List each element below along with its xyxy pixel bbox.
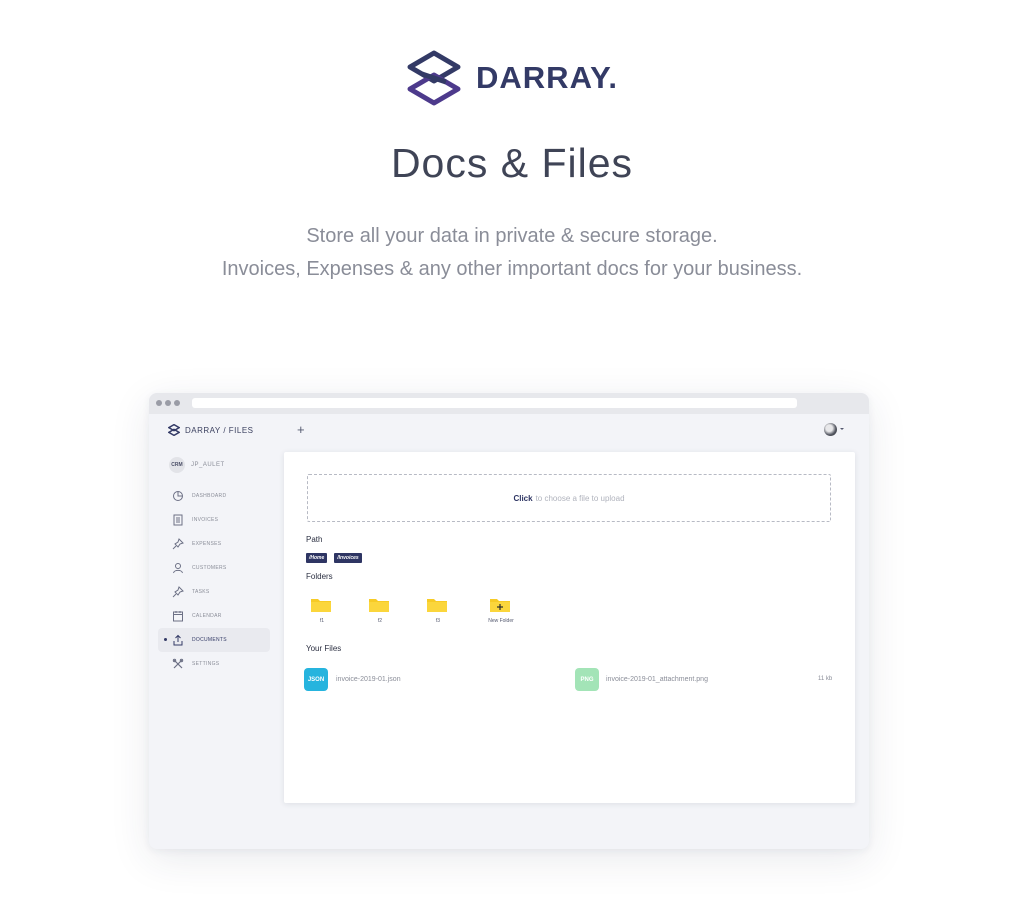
folder-item[interactable]: f3 xyxy=(422,596,454,628)
sidebar-item-label: TASKS xyxy=(192,589,210,595)
avatar[interactable] xyxy=(824,423,837,436)
sidebar-item-label: INVOICES xyxy=(192,517,219,523)
chevron-down-icon[interactable] xyxy=(840,428,844,430)
upload-icon xyxy=(173,634,183,646)
sidebar-item-label: DASHBOARD xyxy=(192,493,227,499)
calendar-icon xyxy=(173,611,183,622)
pin-icon xyxy=(172,538,184,550)
sidebar-item-label: CALENDAR xyxy=(192,613,222,619)
subtitle-line-2: Invoices, Expenses & any other important… xyxy=(221,258,803,280)
sidebar-item-tasks[interactable]: TASKS xyxy=(158,580,270,604)
file-list: JSON invoice-2019-01.json PNG invoice-20… xyxy=(304,668,836,692)
plus-icon[interactable]: + xyxy=(297,423,305,436)
folder-icon xyxy=(311,599,331,612)
sidebar-item-calendar[interactable]: CALENDAR xyxy=(158,604,270,628)
sidebar-item-customers[interactable]: CUSTOMERS xyxy=(158,556,270,580)
brand-header: DARRAY. xyxy=(0,50,1024,106)
file-name[interactable]: invoice-2019-01_attachment.png xyxy=(606,676,708,683)
sidebar-item-settings[interactable]: SETTINGS xyxy=(158,652,270,676)
sidebar-nav: DASHBOARD INVOICES EXPENSES CUSTOMERS TA… xyxy=(158,484,270,676)
folder-icon xyxy=(369,599,389,612)
documents-panel: Click to choose a file to upload Path /H… xyxy=(284,452,855,803)
address-bar[interactable] xyxy=(192,398,797,408)
browser-window: DARRAY / FILES CRM JP_AULET DASHBOARD IN… xyxy=(149,393,869,849)
pin-icon xyxy=(172,586,184,598)
page-title: Docs & Files xyxy=(390,140,634,186)
sidebar-item-label: EXPENSES xyxy=(192,541,222,547)
sidebar-item-label: DOCUMENTS xyxy=(192,637,227,643)
page-subtitle: Store all your data in private & secure … xyxy=(0,220,1024,286)
active-indicator xyxy=(164,638,167,641)
brand-name: DARRAY. xyxy=(476,60,618,95)
file-name[interactable]: invoice-2019-01.json xyxy=(336,676,401,683)
png-file-icon: PNG xyxy=(575,668,599,691)
breadcrumb: /Home /Invoices xyxy=(306,553,362,563)
user-profile[interactable]: CRM JP_AULET xyxy=(169,457,225,473)
folders-heading: Folders xyxy=(306,572,333,581)
folder-item[interactable]: f2 xyxy=(364,596,396,628)
app-brand[interactable]: DARRAY / FILES xyxy=(168,424,254,436)
tools-icon xyxy=(172,658,184,669)
folder-label: New Folder xyxy=(488,618,514,624)
file-upload-dropzone[interactable]: Click to choose a file to upload xyxy=(307,474,831,522)
json-file-icon: JSON xyxy=(304,668,328,691)
sidebar-item-label: SETTINGS xyxy=(192,661,220,667)
new-folder-button[interactable]: New Folder xyxy=(485,596,517,628)
darray-logo-icon xyxy=(407,50,461,106)
window-dot xyxy=(174,400,180,406)
pie-chart-icon xyxy=(173,491,183,501)
folder-label: f3 xyxy=(435,618,441,624)
folder-label: f2 xyxy=(377,618,383,624)
document-icon xyxy=(173,514,183,526)
path-heading: Path xyxy=(306,535,323,544)
sidebar-item-invoices[interactable]: INVOICES xyxy=(158,508,270,532)
avatar: CRM xyxy=(169,457,185,473)
window-dot xyxy=(156,400,162,406)
folder-list: f1 f2 f3 New Folder xyxy=(306,596,556,628)
folder-item[interactable]: f1 xyxy=(306,596,338,628)
sidebar-item-documents[interactable]: DOCUMENTS xyxy=(158,628,270,652)
window-dot xyxy=(165,400,171,406)
sidebar-item-label: CUSTOMERS xyxy=(192,565,227,571)
path-chip-home[interactable]: /Home xyxy=(306,553,328,563)
your-files-heading: Your Files xyxy=(306,644,342,653)
darray-logo-icon xyxy=(168,424,180,436)
sidebar-item-dashboard[interactable]: DASHBOARD xyxy=(158,484,270,508)
app-brand-label: DARRAY / FILES xyxy=(185,425,254,435)
browser-title-bar xyxy=(149,393,869,414)
subtitle-line-1: Store all your data in private & secure … xyxy=(306,225,718,247)
upload-click-label[interactable]: Click xyxy=(513,494,532,503)
path-chip-invoices[interactable]: /Invoices xyxy=(334,553,362,563)
user-name: JP_AULET xyxy=(191,462,225,468)
folder-icon xyxy=(427,599,447,612)
folder-plus-icon xyxy=(490,599,510,612)
folder-label: f1 xyxy=(319,618,325,624)
upload-hint: to choose a file to upload xyxy=(535,493,625,503)
sidebar-item-expenses[interactable]: EXPENSES xyxy=(158,532,270,556)
user-icon xyxy=(173,563,183,574)
file-size: 11 kb xyxy=(818,676,833,682)
